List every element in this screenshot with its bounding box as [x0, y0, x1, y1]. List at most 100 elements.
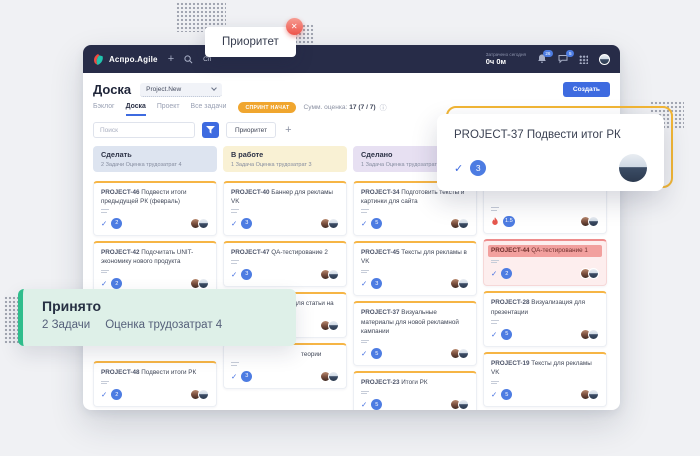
sprint-score: Сумм. оценка: 17 (7 / 7) [303, 104, 375, 111]
brand[interactable]: Аспро.Agile [93, 54, 158, 65]
priority-tooltip-label: Приоритет [222, 36, 279, 48]
check-icon: ✓ [454, 162, 463, 175]
add-filter-button[interactable]: + [285, 125, 291, 136]
close-icon[interactable]: ✕ [286, 18, 303, 35]
card-footer: ✓5 [491, 329, 599, 340]
kanban-card[interactable]: теории ✓3 [223, 343, 347, 389]
kanban-card[interactable]: PROJECT-42 Подсчитать UNIT-экономику нов… [93, 241, 217, 296]
card-title: PROJECT-28 Визуализация для презентации [491, 298, 599, 317]
score-badge: 5 [501, 329, 512, 340]
kanban-card[interactable]: PROJECT-48 Подвести итоги РК ✓2 [93, 361, 217, 407]
kanban-card[interactable]: PROJECT-40 Баннер для рекламы VK✓3 [223, 181, 347, 236]
check-icon: ✓ [361, 219, 367, 228]
add-icon[interactable]: + [168, 54, 174, 65]
kanban-card[interactable]: PROJECT-23 Итоги РК✓5 [353, 371, 477, 410]
create-button[interactable]: Создать [563, 82, 610, 97]
check-icon: ✓ [361, 279, 367, 288]
search-icon[interactable] [184, 55, 193, 64]
card-footer: 1.5 [491, 216, 599, 227]
description-icon [231, 362, 339, 366]
card-title: PROJECT-48 Подвести итоги РК [101, 368, 209, 377]
accepted-estimate: Оценка трудозатрат 4 [105, 319, 222, 331]
avatar [458, 399, 469, 410]
score-badge: 1.5 [503, 216, 515, 227]
card-title: теории [231, 350, 339, 359]
card-footer: ✓3 [231, 269, 339, 280]
board-column-todo: Сделать2 Задачи Оценка трудозатрат 4 PROJ… [93, 146, 217, 410]
description-icon [361, 391, 469, 395]
card-footer: ✓3 [231, 371, 339, 382]
check-icon: ✓ [101, 219, 107, 228]
check-icon: ✓ [491, 330, 497, 339]
tab-0[interactable]: Бэклог [93, 103, 115, 116]
tab-1[interactable]: Доска [126, 103, 146, 116]
avatar [588, 389, 599, 400]
avatar [328, 218, 339, 229]
task-preview-card[interactable]: PROJECT-37 Подвести итог РК ✓ 3 [437, 114, 664, 191]
avatar [328, 371, 339, 382]
time-tracker[interactable]: Затрачено сегодня 0ч 0м [486, 52, 526, 67]
assignee-avatars [450, 278, 469, 289]
description-icon [361, 270, 469, 274]
avatar [588, 329, 599, 340]
assignee-avatars [320, 371, 339, 382]
assignee-avatars [450, 348, 469, 359]
tab-3[interactable]: Все задачи [191, 103, 227, 116]
kanban-card[interactable]: PROJECT-37 Визуальные материалы для ново… [353, 301, 477, 366]
card-footer: ✓5 [361, 218, 469, 229]
score-badge: 5 [371, 218, 382, 229]
messages-button[interactable]: 5 [558, 54, 568, 64]
card-title: PROJECT-46 Подвести итоги предыдущей РК … [101, 188, 209, 207]
board-column-inprogress: В работе1 Задача Оценка трудозатрат 3PRO… [223, 146, 347, 410]
filter-button[interactable] [202, 122, 219, 138]
kanban-card[interactable]: PROJECT-46 Подвести итоги предыдущей РК … [93, 181, 217, 236]
check-icon: ✓ [491, 390, 497, 399]
check-icon: ✓ [101, 279, 107, 288]
avatar [198, 389, 209, 400]
column-title: Сделать [101, 150, 209, 159]
card-title: PROJECT-44 QA-тестирование 1 [488, 245, 602, 257]
board-header: Доска Project.New Создать [83, 73, 620, 99]
navbar-right: Затрачено сегодня 0ч 0м 26 5 [486, 52, 610, 67]
assignee-avatars [450, 399, 469, 410]
kanban-card[interactable]: PROJECT-44 QA-тестирование 1 ✓2 [483, 239, 607, 287]
assignee-avatars [320, 269, 339, 280]
description-icon [491, 260, 599, 264]
score-badge: 5 [501, 389, 512, 400]
check-icon: ✓ [231, 270, 237, 279]
time-tracker-value: 0ч 0м [486, 57, 506, 66]
description-icon [491, 381, 599, 385]
kanban-card[interactable]: PROJECT-28 Визуализация для презентации ✓… [483, 291, 607, 346]
tabs: Бэклог Доска Проект Все задачи [93, 103, 226, 116]
card-title: PROJECT-40 Баннер для рекламы VK [231, 188, 339, 207]
accepted-title: Принято [42, 298, 296, 314]
priority-filter-chip[interactable]: Приоритет [226, 122, 276, 138]
user-avatar[interactable] [599, 54, 610, 65]
column-header: Сделать2 Задачи Оценка трудозатрат 4 [93, 146, 217, 172]
top-navbar: Аспро.Agile + Сп Затрачено сегодня 0ч 0м… [83, 45, 620, 73]
sprint-status-badge: СПРИНТ НАЧАТ [238, 102, 296, 113]
notifications-badge: 26 [543, 50, 553, 57]
search-input[interactable] [93, 122, 195, 138]
notifications-button[interactable]: 26 [537, 54, 547, 64]
apps-grid-icon[interactable] [579, 55, 588, 64]
sprint-score-value: 17 (7 / 7) [349, 104, 375, 111]
score-badge: 3 [241, 371, 252, 382]
info-icon[interactable]: ⓘ [380, 103, 387, 113]
card-title: PROJECT-42 Подсчитать UNIT-экономику нов… [101, 248, 209, 267]
card-title: PROJECT-19 Тексты для рекламы VK [491, 359, 599, 378]
assignee-avatars [580, 216, 599, 227]
card-list: PROJECT-34 Подготовить тексты и картинки… [353, 181, 477, 411]
assignee-avatars [580, 329, 599, 340]
card-list: PROJECT-40 Баннер для рекламы VK✓3PROJEC… [223, 181, 347, 389]
project-selector[interactable]: Project.New [140, 83, 222, 97]
kanban-card[interactable]: PROJECT-45 Тексты для рекламы в VK✓3 [353, 241, 477, 296]
score-badge: 3 [470, 160, 486, 176]
card-footer: ✓2 [101, 389, 209, 400]
kanban-card[interactable]: PROJECT-19 Тексты для рекламы VK ✓ 5 [483, 352, 607, 407]
card-footer: ✓2 [491, 268, 599, 279]
kanban-card[interactable]: PROJECT-47 QA-тестирование 2✓3 [223, 241, 347, 287]
tab-2[interactable]: Проект [157, 103, 180, 116]
brand-name: Аспро.Agile [109, 55, 158, 64]
assignee-avatars [450, 218, 469, 229]
